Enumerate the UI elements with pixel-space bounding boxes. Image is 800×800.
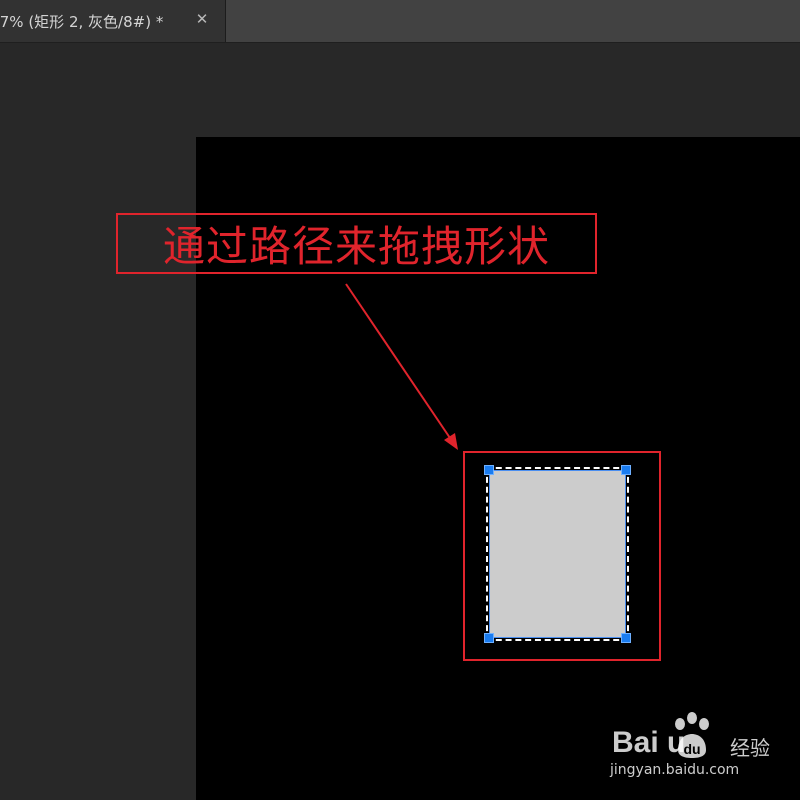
baidu-jingyan-watermark: Bai u du 经验 jingyan.baidu.com: [610, 712, 792, 792]
close-tab-icon[interactable]: ✕: [193, 11, 211, 29]
svg-text:du: du: [683, 741, 700, 757]
document-tab[interactable]: .7% (矩形 2, 灰色/8#) * ✕: [0, 0, 226, 42]
annotation-callout-box: 通过路径来拖拽形状: [116, 213, 597, 274]
anchor-point-top-left[interactable]: [484, 465, 494, 475]
jingyan-brand-text: 经验: [730, 736, 770, 760]
baidu-paw-icon: du: [675, 712, 709, 758]
photoshop-window: .7% (矩形 2, 灰色/8#) * ✕ 通过路径来拖拽形状 Bai u du…: [0, 0, 800, 800]
anchor-point-top-right[interactable]: [621, 465, 631, 475]
document-tab-bar: .7% (矩形 2, 灰色/8#) * ✕: [0, 0, 800, 43]
document-tab-title: .7% (矩形 2, 灰色/8#) *: [0, 12, 164, 31]
anchor-point-bottom-left[interactable]: [484, 633, 494, 643]
anchor-point-bottom-right[interactable]: [621, 633, 631, 643]
annotation-callout-text: 通过路径来拖拽形状: [162, 222, 550, 271]
watermark-url: jingyan.baidu.com: [610, 762, 740, 778]
shape-path-outline[interactable]: [486, 467, 629, 641]
